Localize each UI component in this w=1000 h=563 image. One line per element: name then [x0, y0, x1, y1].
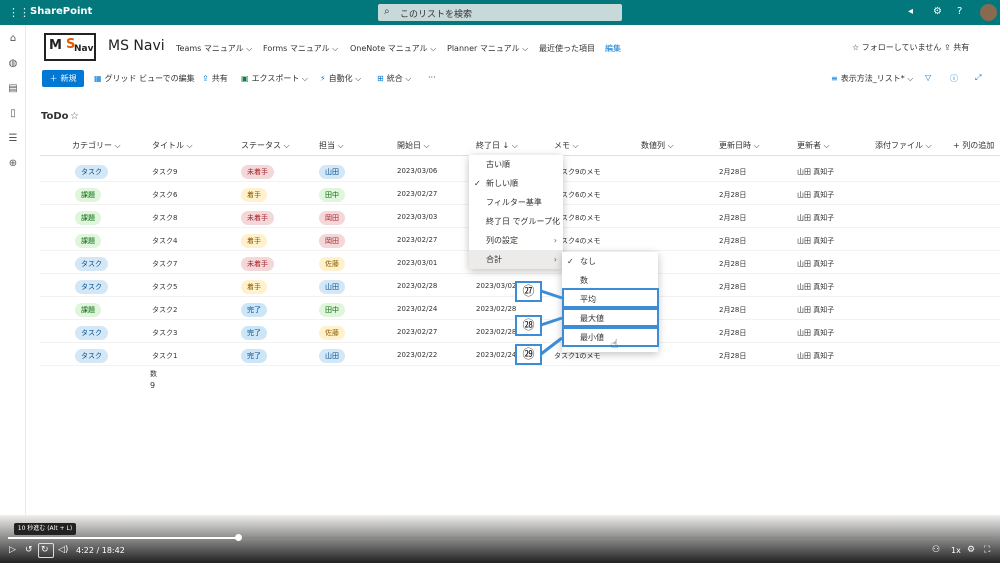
arrow-29 [540, 336, 563, 356]
settings-icon[interactable]: ⚙ [967, 545, 975, 555]
rewind-icon[interactable]: ↺ [25, 545, 33, 555]
playback-time: 4:22 / 18:42 [76, 546, 125, 555]
volume-icon[interactable]: ◁) [58, 545, 68, 555]
fullscreen-icon[interactable]: ⛶ [984, 545, 990, 555]
annotation-arrows [540, 289, 563, 356]
arrow-28 [540, 316, 563, 327]
forward-icon: ↻ [41, 545, 49, 555]
play-icon[interactable]: ▷ [9, 545, 16, 555]
annotation-27: ㉗ [515, 281, 542, 302]
speed-button[interactable]: 1x [951, 546, 961, 555]
annotation-28: ㉘ [515, 315, 542, 336]
tooltip: 10 秒進む (Alt + L) [14, 523, 76, 535]
progress-fill [8, 537, 239, 539]
video-player-bar [0, 515, 1000, 563]
participants-icon[interactable]: ⚇ [932, 545, 940, 555]
arrow-27 [540, 289, 563, 300]
hand-cursor-icon: ☝ [611, 337, 619, 351]
annotation-29: ㉙ [515, 344, 542, 365]
